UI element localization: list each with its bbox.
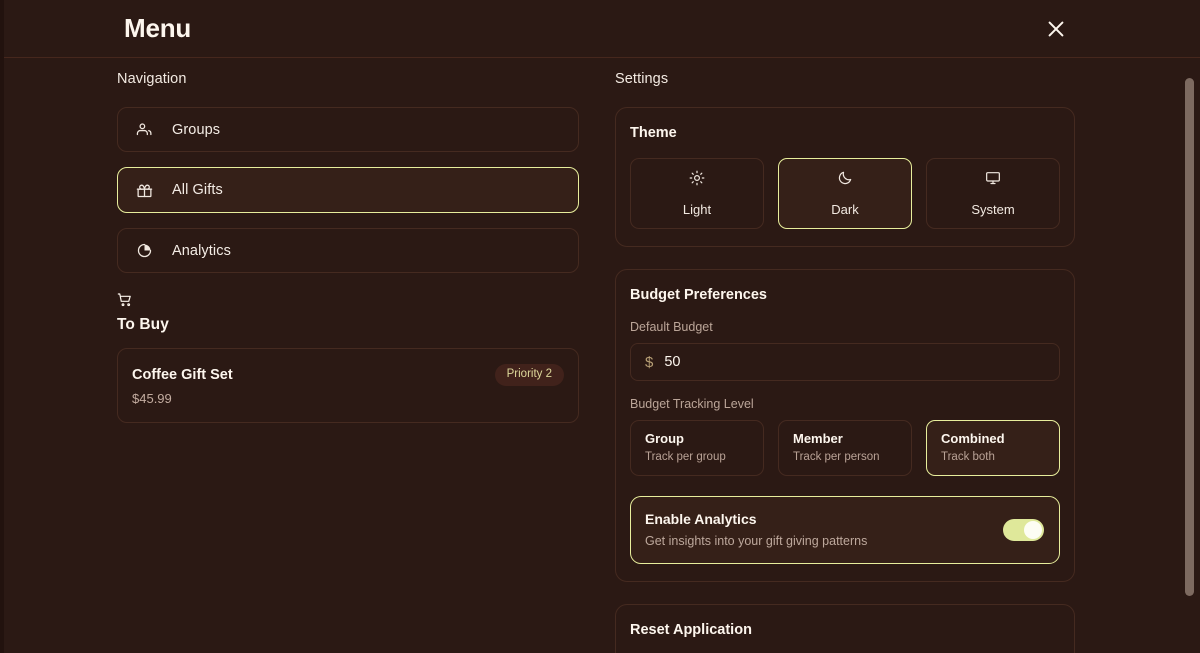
- settings-column: Settings Theme Light: [615, 71, 1075, 653]
- to-buy-header: To Buy: [117, 292, 579, 334]
- reset-title: Reset Application: [630, 622, 1060, 638]
- sidebar-item-label: All Gifts: [172, 182, 223, 198]
- menu-header: Menu: [0, 0, 1200, 58]
- reset-application-card: Reset Application Reset All Data: [615, 604, 1075, 653]
- page-title: Menu: [124, 13, 191, 44]
- theme-card: Theme Light: [615, 107, 1075, 247]
- tracking-option-title: Member: [793, 431, 911, 446]
- theme-option-system[interactable]: System: [926, 158, 1060, 229]
- theme-title: Theme: [630, 125, 1060, 141]
- tracking-option-subtitle: Track per person: [793, 451, 911, 463]
- shopping-cart-icon: [117, 292, 579, 313]
- gift-icon: [136, 181, 154, 199]
- pie-chart-icon: [136, 242, 154, 260]
- to-buy-item-price: $45.99: [132, 391, 558, 406]
- sidebar-item-groups[interactable]: Groups: [117, 107, 579, 152]
- enable-analytics-title: Enable Analytics: [645, 511, 1043, 527]
- sun-icon: [689, 170, 705, 191]
- theme-options: Light Dark: [630, 158, 1060, 229]
- close-button[interactable]: [1042, 15, 1070, 43]
- enable-analytics-subtitle: Get insights into your gift giving patte…: [645, 534, 1043, 548]
- theme-option-label: System: [971, 202, 1014, 217]
- budget-tracking-options: Group Track per group Member Track per p…: [630, 420, 1060, 476]
- tracking-option-title: Combined: [941, 431, 1059, 446]
- enable-analytics-toggle[interactable]: [1003, 519, 1044, 541]
- budget-tracking-label: Budget Tracking Level: [630, 397, 1060, 411]
- enable-analytics-row[interactable]: Enable Analytics Get insights into your …: [630, 496, 1060, 564]
- theme-option-light[interactable]: Light: [630, 158, 764, 229]
- tracking-option-subtitle: Track both: [941, 451, 1059, 463]
- to-buy-title: To Buy: [117, 316, 579, 334]
- status-badge: Priority 2: [495, 364, 564, 386]
- default-budget-field[interactable]: $: [630, 343, 1060, 381]
- theme-option-label: Dark: [831, 202, 858, 217]
- scrollbar[interactable]: [1185, 58, 1194, 653]
- tracking-option-member[interactable]: Member Track per person: [778, 420, 912, 476]
- navigation-column: Navigation Groups A: [117, 71, 579, 423]
- left-edge-strip: [0, 0, 4, 653]
- sidebar-item-all-gifts[interactable]: All Gifts: [117, 167, 579, 213]
- sidebar-item-analytics[interactable]: Analytics: [117, 228, 579, 273]
- toggle-knob: [1024, 521, 1042, 539]
- theme-option-dark[interactable]: Dark: [778, 158, 912, 229]
- settings-section-label: Settings: [615, 71, 1075, 87]
- list-item[interactable]: Coffee Gift Set $45.99 Priority 2: [117, 348, 579, 423]
- tracking-option-combined[interactable]: Combined Track both: [926, 420, 1060, 476]
- monitor-icon: [985, 170, 1001, 191]
- budget-title: Budget Preferences: [630, 287, 1060, 303]
- currency-symbol: $: [645, 354, 653, 371]
- tracking-option-subtitle: Track per group: [645, 451, 763, 463]
- default-budget-label: Default Budget: [630, 320, 1060, 334]
- theme-option-label: Light: [683, 202, 711, 217]
- sidebar-item-label: Analytics: [172, 243, 231, 259]
- users-icon: [136, 121, 154, 139]
- scrollbar-thumb[interactable]: [1185, 78, 1194, 596]
- tracking-option-title: Group: [645, 431, 763, 446]
- sidebar-item-label: Groups: [172, 122, 220, 138]
- budget-preferences-card: Budget Preferences Default Budget $ Budg…: [615, 269, 1075, 582]
- close-icon: [1045, 18, 1067, 40]
- default-budget-input[interactable]: [664, 354, 1045, 370]
- tracking-option-group[interactable]: Group Track per group: [630, 420, 764, 476]
- menu-body: Navigation Groups A: [0, 58, 1200, 653]
- navigation-section-label: Navigation: [117, 71, 579, 87]
- moon-icon: [837, 170, 853, 191]
